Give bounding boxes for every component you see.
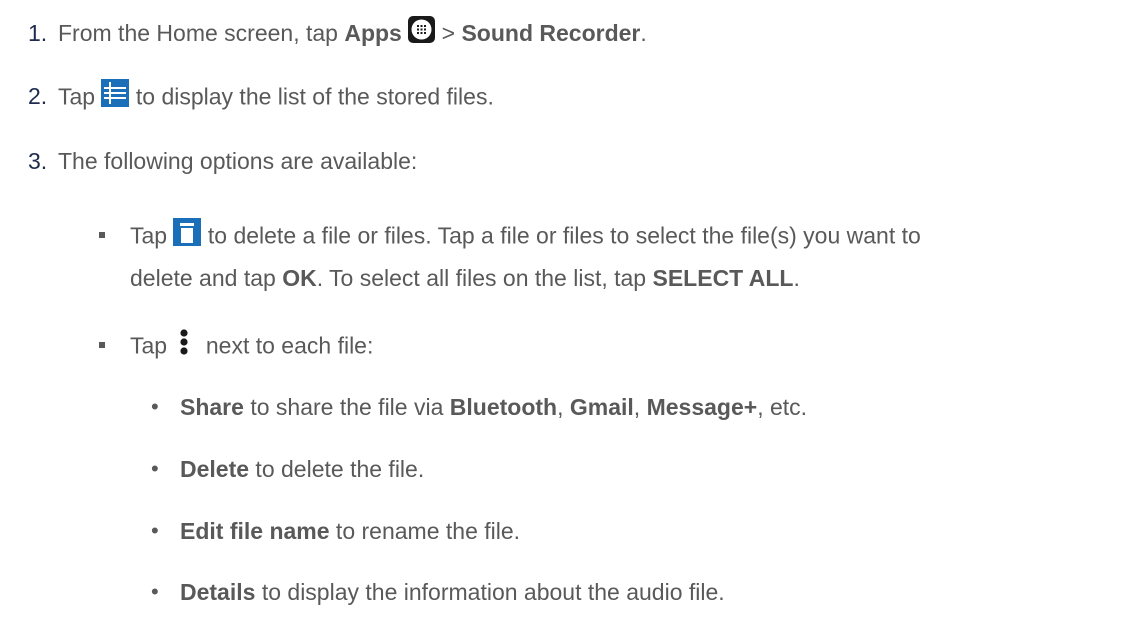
text-run: delete and tap [130,265,283,291]
action-text: Share to share the file via Bluetooth, G… [180,392,807,422]
dot-bullet: • [151,518,159,543]
apps-grid-icon [408,16,436,50]
select-all-label: SELECT ALL [652,265,794,291]
step-text: The following options are available: [58,148,418,174]
text-run: to delete the file. [249,456,425,482]
option-text: delete and tap OK. To select all files o… [130,263,800,293]
sound-recorder-label: Sound Recorder [461,20,641,47]
text-run: Tap [130,222,174,249]
edit-file-name-label: Edit file name [180,518,330,544]
step-text: Tap to display the list of the stored fi… [58,79,494,116]
details-label: Details [180,579,256,605]
text-run: to rename the file. [329,518,521,544]
option-text: Tap to delete a file or files. Tap a fil… [130,218,921,255]
text-run: Tap [58,83,102,110]
gmail-label: Gmail [569,394,634,420]
step-text: From the Home screen, tap Apps > Sound R… [58,16,647,52]
dot-bullet: • [151,394,159,419]
text-run: . [793,265,800,291]
text-run: , [633,394,647,420]
text-run: to display the information about the aud… [255,579,725,605]
step-number: 1. [28,20,48,46]
ok-label: OK [282,265,317,291]
list-icon [101,79,130,114]
text-run: Tap [130,332,174,359]
apps-label: Apps [344,20,402,47]
step-number: 3. [28,148,48,174]
share-label: Share [180,394,244,420]
text-run: . [640,20,647,47]
text-run: to display the list of the stored files. [129,83,494,110]
more-vertical-icon [179,328,189,363]
instructions-page: { "steps": [ { "number": "1.", "t1": "Fr… [0,0,1130,624]
bluetooth-label: Bluetooth [449,394,558,420]
text-run: From the Home screen, tap [58,20,345,47]
delete-label: Delete [180,456,250,482]
square-bullet [99,232,105,238]
text-run: > [435,20,462,47]
dot-bullet: • [151,456,159,481]
action-text: Details to display the information about… [180,577,725,607]
action-text: Delete to delete the file. [180,454,424,484]
dot-bullet: • [151,579,159,604]
option-text: Tap next to each file: [130,328,374,365]
text-run: , [557,394,570,420]
text-run: to share the file via [243,394,450,420]
action-text: Edit file name to rename the file. [180,516,520,546]
message-plus-label: Message+ [646,394,758,420]
text-run: . To select all files on the list, tap [316,265,653,291]
text-run: , etc. [757,394,808,420]
text-run: to delete a file or files. Tap a file or… [201,222,921,249]
step-number: 2. [28,83,48,109]
trash-icon [173,218,202,253]
square-bullet [99,342,105,348]
text-run: next to each file: [199,332,374,359]
